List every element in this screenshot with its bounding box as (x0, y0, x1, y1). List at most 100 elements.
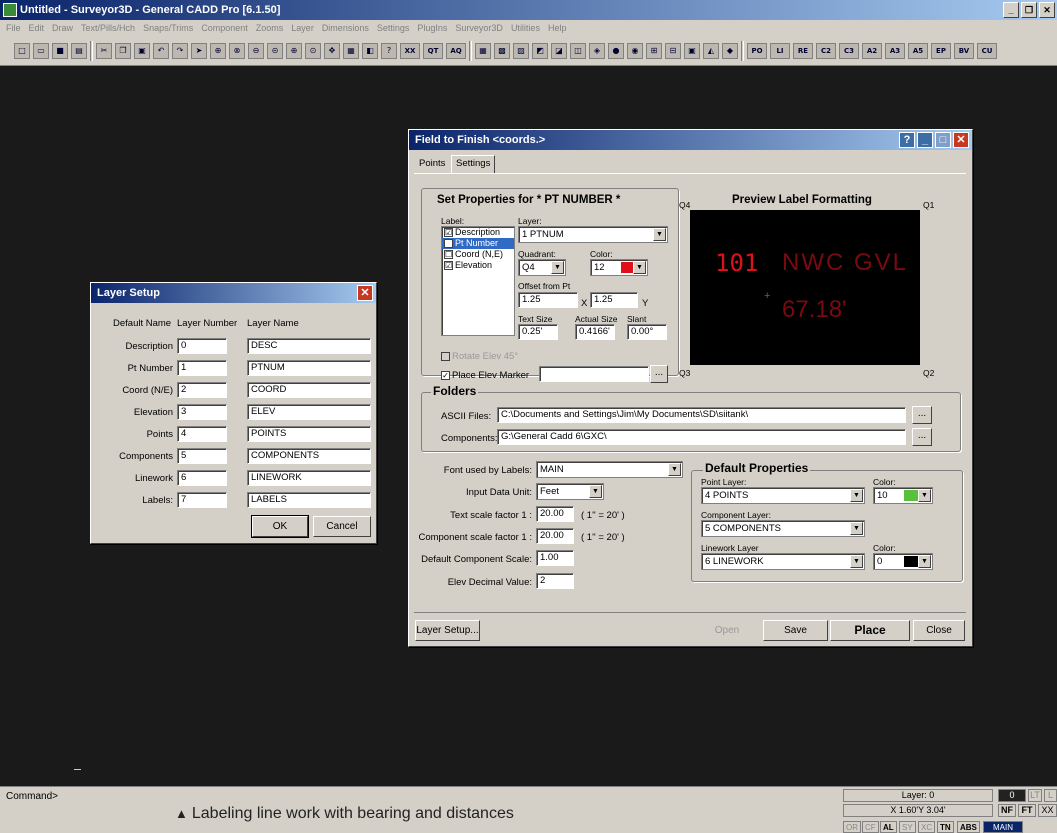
layer-number-pt-number[interactable]: 1 (177, 360, 227, 376)
command-prompt[interactable]: Command> (6, 791, 58, 802)
coord-checkbox[interactable]: ☐ (444, 250, 453, 260)
layer-setup-ok-button[interactable]: OK (251, 515, 309, 538)
point-color-select[interactable]: 10 ▼ (873, 487, 933, 504)
text-size-input[interactable]: 0.25' (518, 324, 558, 340)
layer-number-linework[interactable]: 6 (177, 470, 227, 486)
zoom-extents-icon[interactable]: ⊙ (305, 42, 321, 59)
menu-settings[interactable]: Settings (377, 20, 410, 36)
help-button[interactable]: ? (899, 132, 915, 148)
traverse-icon[interactable]: ⊞ (646, 42, 662, 59)
ascii-browse-button[interactable]: ... (912, 406, 932, 424)
tool-a3-button[interactable]: A3 (885, 42, 905, 59)
xc-toggle[interactable]: XC (918, 821, 936, 833)
linework-color-select[interactable]: 0 ▼ (873, 553, 933, 570)
component-scale-input[interactable]: 20.00 (536, 528, 574, 544)
cf-toggle[interactable]: CF (862, 821, 879, 833)
plugin-icon[interactable]: ◆ (722, 42, 738, 59)
label-option-pt-number[interactable]: ☑ Pt Number (442, 238, 514, 249)
xx-toggle[interactable]: XX (1038, 804, 1057, 817)
offset-y-input[interactable]: 1.25 (590, 292, 638, 308)
tool-cu-button[interactable]: CU (977, 42, 997, 59)
layer-name-description[interactable]: DESC (247, 338, 371, 354)
l-indicator[interactable]: L (1044, 789, 1057, 802)
print-icon[interactable]: ▤ (71, 42, 87, 59)
close-dialog-button[interactable]: Close (913, 620, 965, 641)
field-to-finish-close-icon[interactable]: ✕ (953, 132, 969, 148)
layer-name-points[interactable]: POINTS (247, 426, 371, 442)
tool-aq-button[interactable]: AQ (446, 42, 466, 59)
paste-icon[interactable]: ▣ (134, 42, 150, 59)
or-toggle[interactable]: OR (843, 821, 861, 833)
label-option-description[interactable]: ☑ Description (442, 227, 514, 238)
menu-utilities[interactable]: Utilities (511, 20, 540, 36)
profile-icon[interactable]: ◪ (551, 42, 567, 59)
main-toggle[interactable]: MAIN (983, 821, 1023, 833)
tool-li-button[interactable]: LI (770, 42, 790, 59)
menu-dimensions[interactable]: Dimensions (322, 20, 369, 36)
properties-icon[interactable]: ▦ (343, 42, 359, 59)
tool-bv-button[interactable]: BV (954, 42, 974, 59)
ascii-files-input[interactable]: C:\Documents and Settings\Jim\My Documen… (497, 407, 906, 423)
layer-number-elevation[interactable]: 3 (177, 404, 227, 420)
pt-number-checkbox[interactable]: ☑ (444, 239, 453, 249)
point-icon[interactable]: ● (608, 42, 624, 59)
label-option-elevation[interactable]: ☑ Elevation (442, 260, 514, 271)
tab-settings[interactable]: Settings (451, 155, 496, 173)
menu-zooms[interactable]: Zooms (256, 20, 284, 36)
maximize-button[interactable]: ❐ (1021, 2, 1037, 18)
layer-number-description[interactable]: 0 (177, 338, 227, 354)
place-button[interactable]: Place (830, 620, 910, 641)
tab-points[interactable]: Points (415, 156, 449, 174)
zoom-in-icon[interactable]: ⊕ (286, 42, 302, 59)
layer-number-coord[interactable]: 2 (177, 382, 227, 398)
place-elev-option[interactable]: ✓ Place Elev Marker (441, 370, 529, 381)
surface-icon[interactable]: ▩ (494, 42, 510, 59)
tool-xx-button[interactable]: XX (400, 42, 420, 59)
elev-marker-browse-button[interactable]: ... (650, 365, 668, 383)
abs-toggle[interactable]: ABS (957, 821, 980, 833)
components-browse-button[interactable]: ... (912, 428, 932, 446)
menu-snaps[interactable]: Snaps/Trims (143, 20, 193, 36)
contour-icon[interactable]: ▨ (513, 42, 529, 59)
tool-c3-button[interactable]: C3 (839, 42, 859, 59)
save-icon[interactable]: ■ (52, 42, 68, 59)
zoom-window-icon[interactable]: ⊗ (229, 42, 245, 59)
menu-help[interactable]: Help (548, 20, 567, 36)
tool-re-button[interactable]: RE (793, 42, 813, 59)
linework-layer-select[interactable]: 6 LINEWORK ▼ (701, 553, 865, 570)
quadrant-select[interactable]: Q4 ▼ (518, 259, 566, 276)
layer-name-elevation[interactable]: ELEV (247, 404, 371, 420)
layer-number-points[interactable]: 4 (177, 426, 227, 442)
menu-component[interactable]: Component (201, 20, 248, 36)
point-layer-select[interactable]: 4 POINTS ▼ (701, 487, 865, 504)
layer-setup-close-button[interactable]: ✕ (357, 285, 373, 301)
menu-layer[interactable]: Layer (291, 20, 314, 36)
redo-icon[interactable]: ↷ (172, 42, 188, 59)
text-scale-input[interactable]: 20.00 (536, 506, 574, 522)
topo-icon[interactable]: ◭ (703, 42, 719, 59)
layer-name-pt-number[interactable]: PTNUM (247, 360, 371, 376)
help-icon[interactable]: ? (381, 42, 397, 59)
layer-name-linework[interactable]: LINEWORK (247, 470, 371, 486)
zoom-all-icon[interactable]: ⊕ (210, 42, 226, 59)
place-elev-checkbox[interactable]: ✓ (441, 370, 450, 380)
close-button[interactable]: ✕ (1039, 2, 1055, 18)
point-find-icon[interactable]: ◉ (627, 42, 643, 59)
undo-icon[interactable]: ↶ (153, 42, 169, 59)
menu-text[interactable]: Text/Pills/Hch (81, 20, 135, 36)
minimize-dialog-button[interactable]: _ (917, 132, 933, 148)
color-select[interactable]: 12 ▼ (590, 259, 648, 276)
grid-icon[interactable]: ▦ (475, 42, 491, 59)
cube-icon[interactable]: ◈ (589, 42, 605, 59)
layer-setup-cancel-button[interactable]: Cancel (313, 516, 371, 537)
label-option-coord[interactable]: ☐ Coord (N,E) (442, 249, 514, 260)
menu-surveyor3d[interactable]: Surveyor3D (455, 20, 503, 36)
offset-x-input[interactable]: 1.25 (518, 292, 578, 308)
section-icon[interactable]: ◫ (570, 42, 586, 59)
menu-plugins[interactable]: PlugIns (417, 20, 447, 36)
description-checkbox[interactable]: ☑ (444, 228, 453, 238)
menu-file[interactable]: File (6, 20, 21, 36)
minimize-button[interactable]: _ (1003, 2, 1019, 18)
sy-toggle[interactable]: SY (899, 821, 916, 833)
slant-input[interactable]: 0.00° (627, 324, 667, 340)
